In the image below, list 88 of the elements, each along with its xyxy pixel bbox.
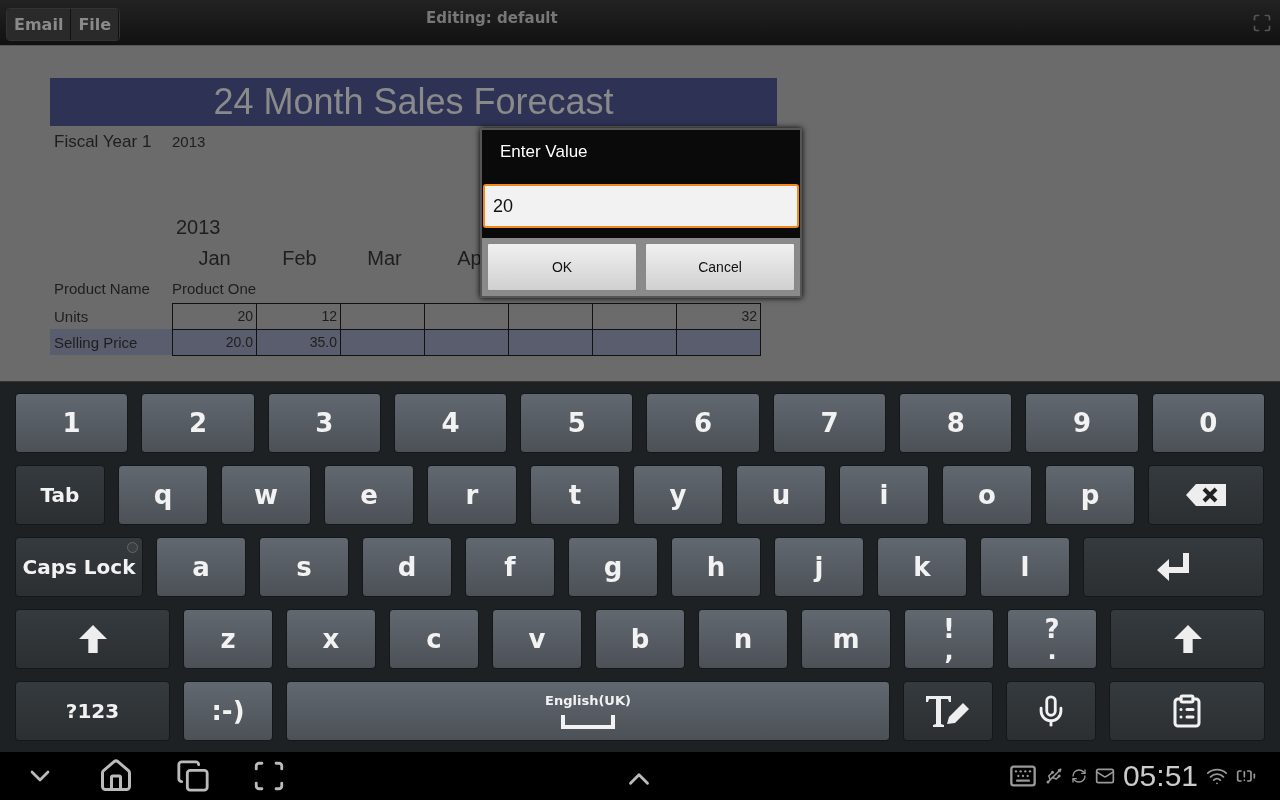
recent-apps-icon[interactable]	[176, 759, 210, 793]
key[interactable]: p	[1045, 465, 1135, 525]
key[interactable]: :-)	[183, 681, 273, 741]
table-cell[interactable]	[340, 329, 425, 356]
clock: 05:51	[1122, 759, 1198, 793]
space-key[interactable]: English(UK)	[286, 681, 890, 741]
mail-icon	[1094, 766, 1115, 786]
key[interactable]: j	[774, 537, 864, 597]
row-label: Units	[53, 306, 90, 327]
key[interactable]: 0	[1151, 393, 1265, 453]
key[interactable]: ?123	[15, 681, 170, 741]
shift-key[interactable]	[15, 609, 170, 669]
fiscal-year-label: Fiscal Year 1	[53, 132, 153, 152]
space-bar-icon	[561, 712, 615, 729]
key[interactable]: h	[671, 537, 761, 597]
key[interactable]: 4	[393, 393, 508, 453]
row-label: Selling Price	[50, 329, 172, 355]
key[interactable]: z	[183, 609, 273, 669]
key[interactable]: 9	[1025, 393, 1139, 453]
key[interactable]: u	[736, 465, 826, 525]
table-cell[interactable]	[424, 329, 509, 356]
key[interactable]: o	[942, 465, 1032, 525]
cancel-button[interactable]: Cancel	[645, 243, 795, 291]
shift-arrow-icon	[1173, 624, 1202, 654]
key[interactable]: f	[465, 537, 555, 597]
key[interactable]: y	[633, 465, 723, 525]
product-name-value: Product One	[172, 280, 257, 297]
shift-arrow-icon	[78, 624, 107, 654]
key[interactable]: c	[389, 609, 479, 669]
key[interactable]: q	[118, 465, 208, 525]
sheet-title: 24 Month Sales Forecast	[50, 78, 777, 126]
key[interactable]: x	[286, 609, 376, 669]
key[interactable]: n	[698, 609, 788, 669]
month-heading: Mar	[366, 247, 403, 270]
key[interactable]: 6	[646, 393, 760, 453]
key[interactable]: t	[530, 465, 620, 525]
key[interactable]: s	[259, 537, 349, 597]
key[interactable]: i	[839, 465, 929, 525]
key[interactable]: ? .	[1007, 609, 1097, 669]
fullscreen-icon[interactable]	[1252, 13, 1272, 33]
key[interactable]: 8	[899, 393, 1013, 453]
enter-key[interactable]	[1083, 537, 1264, 597]
text-pen-icon	[925, 694, 971, 728]
voice-input-key[interactable]	[1006, 681, 1096, 741]
home-icon[interactable]	[98, 758, 134, 794]
ok-button[interactable]: OK	[487, 243, 637, 291]
shift-key[interactable]	[1110, 609, 1265, 669]
month-heading: Jan	[197, 247, 232, 270]
key[interactable]: b	[595, 609, 685, 669]
key[interactable]: r	[427, 465, 517, 525]
key[interactable]: k	[877, 537, 967, 597]
menu-button[interactable]: File	[71, 9, 120, 40]
backspace-key[interactable]	[1148, 465, 1264, 525]
handwriting-key[interactable]	[903, 681, 993, 741]
window-title: Editing: default	[426, 9, 558, 27]
key[interactable]: a	[156, 537, 246, 597]
key[interactable]: 3	[267, 393, 381, 453]
product-name-label: Product Name	[53, 280, 151, 297]
key[interactable]: 5	[520, 393, 634, 453]
enter-icon	[1156, 553, 1191, 581]
key[interactable]: e	[324, 465, 414, 525]
key[interactable]: g	[568, 537, 658, 597]
table-cell[interactable]	[592, 329, 677, 356]
menu-button[interactable]: Email	[7, 9, 72, 40]
key[interactable]: Tab	[15, 465, 105, 525]
month-heading: Feb	[281, 247, 318, 270]
month-heading: Ap	[456, 247, 483, 270]
screenshot-icon[interactable]	[252, 759, 286, 793]
key[interactable]: 7	[772, 393, 887, 453]
caps-lock-key[interactable]: Caps Lock	[15, 537, 143, 597]
key[interactable]: 1	[15, 393, 129, 453]
sync-icon	[1070, 768, 1087, 784]
key[interactable]: 2	[141, 393, 255, 453]
key[interactable]: ! ,	[904, 609, 994, 669]
backspace-icon	[1186, 483, 1226, 507]
key[interactable]: v	[492, 609, 582, 669]
clipboard-key[interactable]	[1109, 681, 1265, 741]
key[interactable]: d	[362, 537, 452, 597]
usb-icon	[1044, 767, 1063, 785]
table-cell[interactable]	[508, 329, 593, 356]
table-cell[interactable]	[676, 329, 761, 356]
fiscal-year-value: 2013	[172, 133, 206, 150]
dialog-title: Enter Value	[499, 141, 589, 163]
key[interactable]: m	[801, 609, 891, 669]
year-heading: 2013	[176, 216, 221, 239]
key[interactable]: l	[980, 537, 1070, 597]
value-input-field[interactable]: 20	[483, 184, 799, 228]
key[interactable]: w	[221, 465, 311, 525]
